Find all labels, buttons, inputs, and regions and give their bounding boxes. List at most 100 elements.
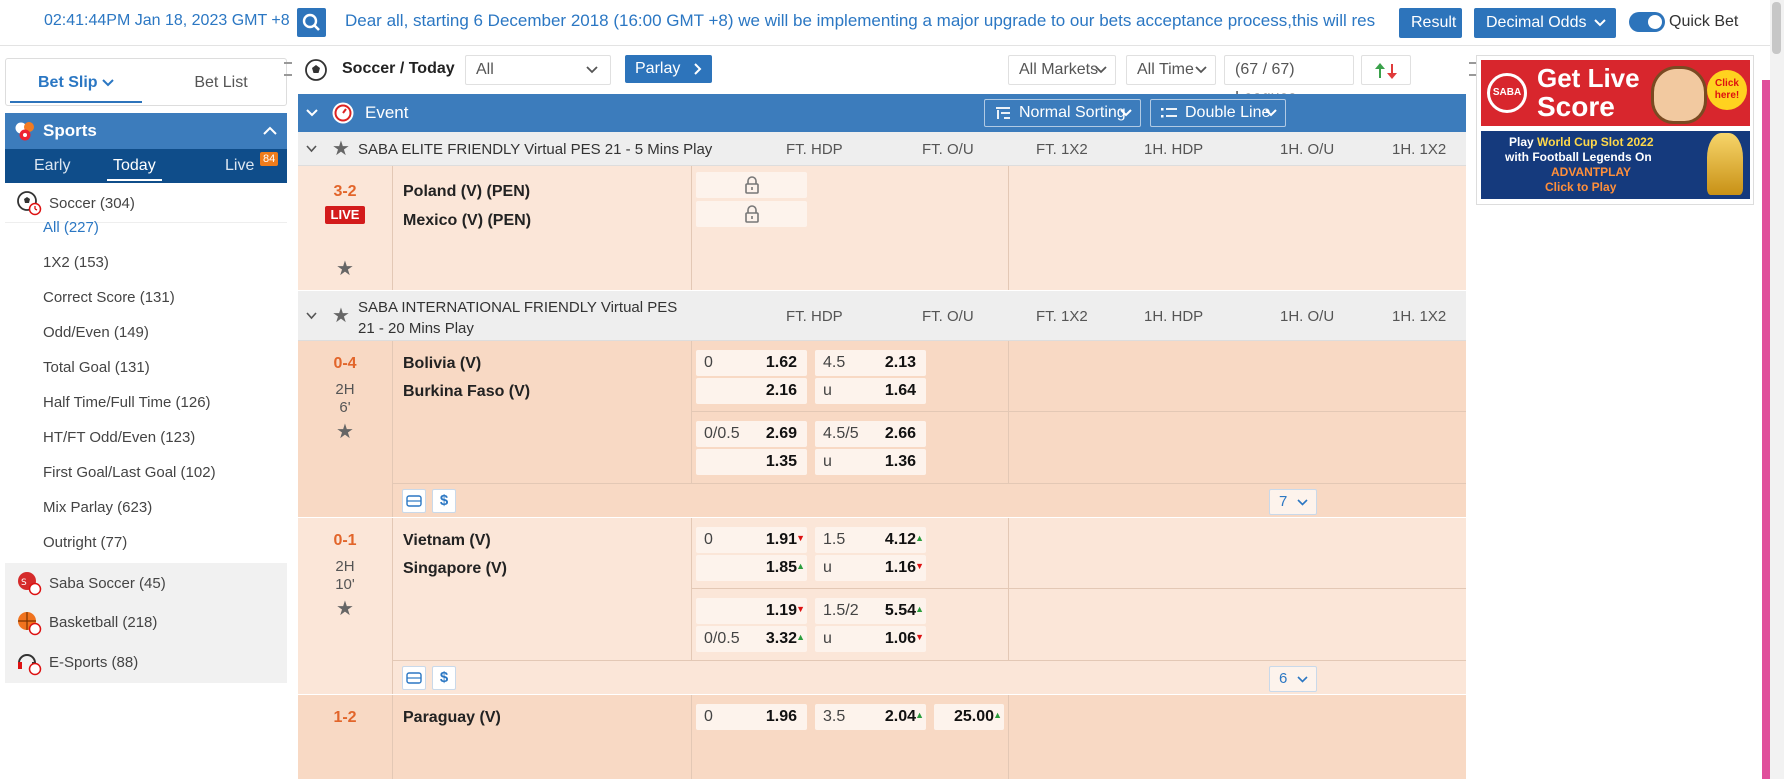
sorting-select[interactable]: Normal Sorting	[984, 99, 1141, 127]
total-line: 4.5	[823, 354, 846, 371]
chevron-down-icon[interactable]	[306, 145, 317, 153]
chevron-down-icon[interactable]	[306, 312, 317, 320]
sports-header[interactable]: Sports	[5, 113, 287, 149]
odds-cell[interactable]: 3.5 2.04 ▲	[815, 704, 926, 730]
subfilter-total-goal[interactable]: Total Goal (131)	[43, 359, 150, 376]
ad2-line4: Click to Play	[1545, 180, 1617, 194]
under-label: u	[823, 630, 832, 647]
handicap-line: 0/0.5	[704, 425, 740, 442]
col-1h-hdp: 1H. HDP	[1144, 308, 1204, 325]
odds-cell[interactable]: 0 1.91 ▼	[696, 527, 807, 553]
odds-down-icon: ▼	[915, 632, 924, 642]
odds-cell[interactable]: 0 1.62	[696, 350, 807, 376]
subfilter-odd-even[interactable]: Odd/Even (149)	[43, 324, 149, 341]
cashout-button[interactable]: $	[432, 489, 456, 513]
odds-cell[interactable]: 1.35	[696, 449, 807, 475]
markets-select[interactable]: All Markets	[1008, 55, 1116, 85]
stats-button[interactable]	[402, 489, 426, 513]
stats-button[interactable]	[402, 666, 426, 690]
cashout-button[interactable]: $	[432, 666, 456, 690]
match-score: 1-2	[333, 709, 357, 726]
odds-cell[interactable]: u 1.06 ▼	[815, 626, 926, 652]
bet-type-select[interactable]: All	[465, 55, 611, 85]
mascot-face-icon	[1651, 66, 1707, 124]
more-markets-button[interactable]: 6	[1269, 666, 1317, 692]
tab-bet-list[interactable]: Bet List	[156, 65, 286, 103]
odds-cell[interactable]: u 1.36	[815, 449, 926, 475]
favorite-star-icon[interactable]: ★	[336, 256, 354, 281]
time-select[interactable]: All Time	[1126, 55, 1216, 85]
sort-icon	[996, 107, 1010, 119]
chevron-down-icon[interactable]	[306, 109, 318, 117]
odds-cell[interactable]: 0 1.96	[696, 704, 807, 730]
line-mode-select[interactable]: Double Line	[1150, 99, 1286, 127]
match-row: 0-4 2H 6' ★ Bolivia (V) Burkina Faso (V)…	[298, 341, 1466, 517]
tab-today[interactable]: Today	[107, 157, 162, 181]
chevron-down-icon	[1594, 19, 1606, 27]
tab-live[interactable]: Live	[225, 157, 254, 175]
parlay-button[interactable]: Parlay	[625, 55, 712, 83]
subfilter-first-last-goal[interactable]: First Goal/Last Goal (102)	[43, 464, 216, 481]
sport-item-saba-soccer[interactable]: S Saba Soccer (45)	[5, 563, 287, 605]
odds-cell[interactable]: 0/0.5 3.32 ▲	[696, 626, 807, 652]
league-header[interactable]: ★ SABA INTERNATIONAL FRIENDLY Virtual PE…	[298, 291, 1466, 341]
search-button[interactable]	[297, 8, 326, 37]
odds-up-icon: ▲	[915, 604, 924, 614]
odds-cell[interactable]: 0/0.5 2.69	[696, 421, 807, 447]
home-team: Paraguay (V)	[403, 709, 501, 726]
world-cup-slot-banner[interactable]: Play World Cup Slot 2022 with Football L…	[1481, 131, 1750, 199]
league-header[interactable]: ★ SABA ELITE FRIENDLY Virtual PES 21 - 5…	[298, 132, 1466, 166]
subfilter-1x2[interactable]: 1X2 (153)	[43, 254, 109, 271]
subfilter-ht-ft[interactable]: Half Time/Full Time (126)	[43, 394, 211, 411]
sport-item-esports[interactable]: E-Sports (88)	[5, 643, 287, 683]
col-ft-hdp: FT. HDP	[786, 141, 843, 158]
odds-cell[interactable]: 1.85 ▲	[696, 555, 807, 581]
svg-text:S: S	[21, 578, 27, 588]
subfilter-outright[interactable]: Outright (77)	[43, 534, 127, 551]
odds-cell[interactable]: u 1.64	[815, 378, 926, 404]
search-icon	[302, 13, 320, 31]
subfilter-correct-score[interactable]: Correct Score (131)	[43, 289, 175, 306]
favorite-star-icon[interactable]: ★	[336, 596, 354, 621]
favorite-star-icon[interactable]: ★	[336, 419, 354, 444]
leagues-select[interactable]: (67 / 67) Leagues	[1224, 55, 1354, 106]
result-button[interactable]: Result	[1399, 8, 1462, 38]
odds-cell[interactable]: u 1.16 ▼	[815, 555, 926, 581]
total-line: 4.5/5	[823, 425, 859, 442]
odds-cell[interactable]: 1.5/2 5.54 ▲	[815, 598, 926, 624]
odds-value: 2.13	[884, 354, 916, 371]
subfilter-all[interactable]: All (227)	[43, 219, 99, 236]
chevron-down-icon	[102, 79, 114, 87]
live-score-banner[interactable]: SABA Get Live Score Click here!	[1481, 60, 1750, 126]
subfilter-ht-ft-odd-even[interactable]: HT/FT Odd/Even (123)	[43, 429, 195, 446]
odds-value: 4.12	[884, 531, 916, 548]
favorite-star-icon[interactable]: ★	[332, 136, 350, 161]
sport-item-soccer[interactable]: Soccer (304)	[5, 183, 287, 223]
sort-arrows-icon	[1375, 63, 1397, 79]
subfilter-mix-parlay[interactable]: Mix Parlay (623)	[43, 499, 152, 516]
tab-early[interactable]: Early	[34, 157, 70, 175]
odds-cell[interactable]: 4.5 2.13	[815, 350, 926, 376]
sport-item-basketball[interactable]: Basketball (218)	[5, 603, 287, 643]
content-header: Soccer / Today All Parlay All Markets Al…	[296, 50, 1466, 106]
ad2-line3: ADVANTPLAY	[1551, 165, 1632, 179]
sidebar-collapse-handle[interactable]	[284, 62, 292, 76]
favorite-star-icon[interactable]: ★	[332, 303, 350, 328]
odds-format-select[interactable]: Decimal Odds	[1474, 8, 1616, 38]
sort-toggle-button[interactable]	[1361, 55, 1411, 85]
odds-cell[interactable]: 1.5 4.12 ▲	[815, 527, 926, 553]
page-scrollbar[interactable]	[1770, 0, 1784, 779]
more-markets-button[interactable]: 7	[1269, 489, 1317, 515]
quick-bet-toggle[interactable]	[1629, 12, 1665, 32]
odds-cell[interactable]: 4.5/5 2.66	[815, 421, 926, 447]
odds-value: 1.91	[765, 531, 797, 548]
scrollbar-thumb[interactable]	[1772, 2, 1781, 54]
odds-cell[interactable]: 1.19 ▼	[696, 598, 807, 624]
odds-down-icon: ▼	[796, 533, 805, 543]
chevron-right-icon	[694, 63, 702, 75]
total-line: 1.5	[823, 531, 846, 548]
tab-bet-slip[interactable]: Bet Slip	[10, 65, 142, 103]
odds-cell[interactable]: 25.00 ▲	[934, 704, 1004, 730]
quick-bet-label: Quick Bet	[1669, 13, 1739, 30]
odds-cell[interactable]: 2.16	[696, 378, 807, 404]
